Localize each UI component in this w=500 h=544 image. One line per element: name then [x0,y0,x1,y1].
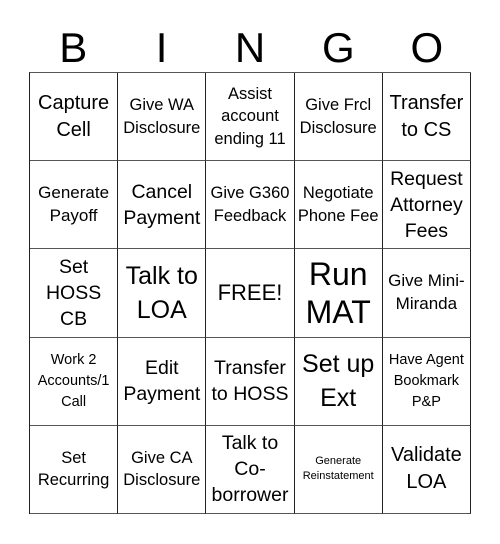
cell-label: Give Mini-Miranda [388,271,465,313]
cell-label: Talk to Co-borrower [211,432,289,507]
bingo-cell-g2[interactable]: Negotiate Phone Fee [294,161,383,250]
bingo-cell-o2[interactable]: Request Attorney Fees [382,161,471,250]
bingo-cell-o1[interactable]: Transfer to CS [382,73,471,162]
bingo-cell-i3[interactable]: Talk to LOA [118,249,207,338]
cell-label: Capture Cell [38,91,110,141]
bingo-cell-g1[interactable]: Give Frcl Disclosure [294,73,383,162]
cell-label: Cancel Payment [123,180,201,229]
bingo-cell-n4[interactable]: Transfer to HOSS [206,337,295,426]
bingo-cell-b1[interactable]: Capture Cell [30,73,119,162]
bingo-cell-i2[interactable]: Cancel Payment [118,161,207,250]
cell-label: Work 2 Accounts/1 Call [37,351,110,410]
header-letter-n: N [234,24,266,71]
cell-label: Validate LOA [390,444,462,494]
cell-label: Set up Ext [302,350,375,413]
cell-label: Give CA Disclosure [123,448,201,490]
cell-label: Give G360 Feedback [210,184,290,225]
cell-label: Have Agent Bookmark P&P [388,351,464,410]
cell-label: Set HOSS CB [45,255,102,330]
free-space-cell[interactable]: FREE! [206,249,295,338]
bingo-cell-g5[interactable]: Generate Reinstatement [294,425,383,514]
bingo-cell-i1[interactable]: Give WA Disclosure [118,73,207,162]
bingo-cell-n2[interactable]: Give G360 Feedback [206,161,295,250]
header-letter-b: B [59,24,88,71]
bingo-cell-i4[interactable]: Edit Payment [118,337,207,426]
cell-label: Generate Payoff [38,183,110,225]
cell-label: Edit Payment [123,357,201,406]
cell-label: Run MAT [305,255,371,330]
cell-label: Transfer to CS [389,91,464,141]
cell-label: Assist account ending 11 [214,84,286,148]
header-letter-i: I [155,24,168,71]
bingo-cell-n1[interactable]: Assist account ending 11 [206,73,295,162]
bingo-cell-o4[interactable]: Have Agent Bookmark P&P [382,337,471,426]
cell-label: Talk to LOA [125,261,198,324]
cell-label: Transfer to HOSS [211,357,289,406]
bingo-cell-b4[interactable]: Work 2 Accounts/1 Call [30,337,119,426]
bingo-cell-i5[interactable]: Give CA Disclosure [118,425,207,514]
bingo-cell-b2[interactable]: Generate Payoff [30,161,119,250]
bingo-cell-o5[interactable]: Validate LOA [382,425,471,514]
cell-label: FREE! [217,280,283,306]
bingo-cell-o3[interactable]: Give Mini-Miranda [382,249,471,338]
header-letter-o: O [410,24,444,71]
bingo-grid: Capture Cell Give WA Disclosure Assist acc… [29,72,471,514]
cell-label: Set Recurring [37,448,110,490]
header-letter-g: G [322,24,355,71]
bingo-cell-b3[interactable]: Set HOSS CB [30,249,119,338]
bingo-cell-g4[interactable]: Set up Ext [294,337,383,426]
bingo-header: B I N G O [29,24,471,72]
cell-label: Give Frcl Disclosure [299,96,377,137]
cell-label: Negotiate Phone Fee [297,184,379,225]
cell-label: Generate Reinstatement [302,455,374,483]
cell-label: Request Attorney Fees [390,167,463,242]
bingo-cell-b5[interactable]: Set Recurring [30,425,119,514]
cell-label: Give WA Disclosure [123,96,201,137]
bingo-cell-g3[interactable]: Run MAT [294,249,383,338]
bingo-cell-n5[interactable]: Talk to Co-borrower [206,425,295,514]
